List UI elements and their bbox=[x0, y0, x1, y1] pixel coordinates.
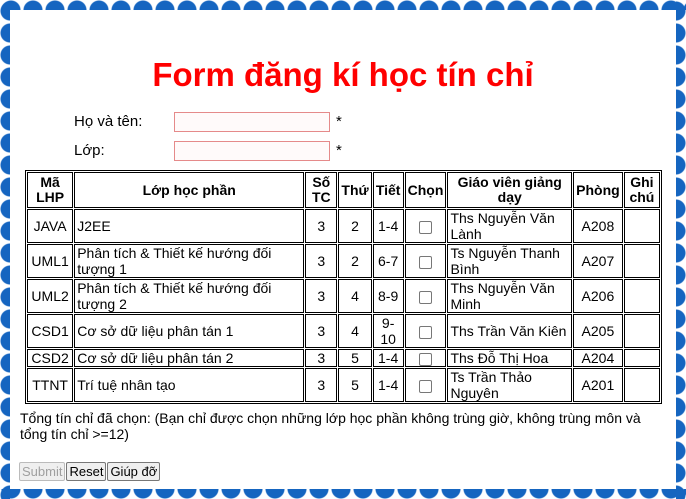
cell-day: 4 bbox=[338, 279, 372, 313]
required-mark: * bbox=[336, 142, 342, 159]
cell-teacher: Ts Trần Thảo Nguyên bbox=[447, 368, 573, 402]
cell-select bbox=[404, 314, 447, 348]
cell-code: CSD2 bbox=[27, 349, 74, 367]
form-container: Form đăng kí học tín chỉ Họ và tên: * Lớp… bbox=[16, 12, 670, 488]
reset-button[interactable]: Reset bbox=[66, 462, 107, 481]
cell-note bbox=[623, 279, 660, 313]
cell-room: A201 bbox=[573, 368, 623, 402]
table-row: UML2 Phân tích & Thiết kế hướng đối tượn… bbox=[27, 279, 660, 313]
cell-code: UML2 bbox=[27, 279, 74, 313]
cell-day: 4 bbox=[338, 314, 372, 348]
cell-period: 6-7 bbox=[372, 244, 404, 278]
cell-credits: 3 bbox=[305, 349, 338, 367]
cell-note bbox=[623, 349, 660, 367]
cell-day: 5 bbox=[338, 368, 372, 402]
header-select: Chọn bbox=[404, 172, 447, 208]
cell-note bbox=[623, 209, 660, 243]
header-name: Lớp học phần bbox=[74, 172, 305, 208]
cell-teacher: Ths Nguyễn Văn Minh bbox=[447, 279, 573, 313]
cell-teacher: Ths Đỗ Thị Hoa bbox=[447, 349, 573, 367]
cell-period: 8-9 bbox=[372, 279, 404, 313]
table-row: TTNT Trí tuệ nhân tạo 3 5 1-4 Ts Trần Th… bbox=[27, 368, 660, 402]
cell-teacher: Ths Nguyễn Văn Lành bbox=[447, 209, 573, 243]
course-table: Mã LHP Lớp học phần Số TC Thứ Tiết Chọn … bbox=[25, 170, 662, 404]
header-credits: Số TC bbox=[305, 172, 338, 208]
cell-room: A204 bbox=[573, 349, 623, 367]
cell-name: Phân tích & Thiết kế hướng đối tượng 2 bbox=[74, 279, 305, 313]
button-bar: Submit Reset Giúp đỡ bbox=[19, 462, 161, 481]
cell-code: TTNT bbox=[27, 368, 74, 402]
cell-period: 1-4 bbox=[372, 368, 404, 402]
class-input[interactable] bbox=[174, 141, 330, 162]
name-label: Họ và tên: bbox=[74, 113, 143, 130]
cell-day: 5 bbox=[338, 349, 372, 367]
name-input[interactable] bbox=[174, 112, 330, 133]
help-button[interactable]: Giúp đỡ bbox=[107, 462, 161, 481]
table-row: CSD1 Cơ sở dữ liệu phân tán 1 3 4 9-10 T… bbox=[27, 314, 660, 348]
table-row: JAVA J2EE 3 2 1-4 Ths Nguyễn Văn Lành A2… bbox=[27, 209, 660, 243]
cell-name: Trí tuệ nhân tạo bbox=[74, 368, 305, 402]
cell-credits: 3 bbox=[305, 368, 338, 402]
cell-name: J2EE bbox=[74, 209, 305, 243]
cell-period: 1-4 bbox=[372, 209, 404, 243]
page-title: Form đăng kí học tín chỉ bbox=[152, 56, 534, 93]
table-row: UML1 Phân tích & Thiết kế hướng đối tượn… bbox=[27, 244, 660, 278]
cell-name: Cơ sở dữ liệu phân tán 1 bbox=[74, 314, 305, 348]
cell-note bbox=[623, 314, 660, 348]
cell-note bbox=[623, 368, 660, 402]
cell-select bbox=[404, 244, 447, 278]
select-checkbox[interactable] bbox=[418, 255, 432, 269]
class-label: Lớp: bbox=[74, 142, 105, 159]
table-header-row: Mã LHP Lớp học phần Số TC Thứ Tiết Chọn … bbox=[27, 172, 660, 208]
cell-code: JAVA bbox=[27, 209, 74, 243]
cell-teacher: Ths Trần Văn Kiên bbox=[447, 314, 573, 348]
cell-select bbox=[404, 209, 447, 243]
cell-room: A208 bbox=[573, 209, 623, 243]
name-row: Họ và tên: * bbox=[74, 111, 342, 133]
required-mark: * bbox=[336, 113, 342, 130]
cell-period: 1-4 bbox=[372, 349, 404, 367]
cell-credits: 3 bbox=[305, 314, 338, 348]
cell-select bbox=[404, 279, 447, 313]
cell-name: Cơ sở dữ liệu phân tán 2 bbox=[74, 349, 305, 367]
header-day: Thứ bbox=[338, 172, 372, 208]
cell-room: A206 bbox=[573, 279, 623, 313]
cell-teacher: Ts Nguyễn Thanh Bình bbox=[447, 244, 573, 278]
cell-name: Phân tích & Thiết kế hướng đối tượng 1 bbox=[74, 244, 305, 278]
cell-room: A205 bbox=[573, 314, 623, 348]
cell-credits: 3 bbox=[305, 244, 338, 278]
cell-credits: 3 bbox=[305, 209, 338, 243]
cell-day: 2 bbox=[338, 244, 372, 278]
credit-summary: Tổng tín chỉ đã chọn: (Bạn chỉ được chọn… bbox=[20, 410, 641, 442]
submit-button[interactable]: Submit bbox=[19, 462, 66, 481]
header-room: Phòng bbox=[573, 172, 623, 208]
select-checkbox[interactable] bbox=[418, 325, 432, 339]
cell-select bbox=[404, 368, 447, 402]
cell-select bbox=[404, 349, 447, 367]
select-checkbox[interactable] bbox=[418, 220, 432, 234]
cell-credits: 3 bbox=[305, 279, 338, 313]
select-checkbox[interactable] bbox=[418, 352, 432, 366]
header-code: Mã LHP bbox=[27, 172, 74, 208]
cell-code: CSD1 bbox=[27, 314, 74, 348]
cell-code: UML1 bbox=[27, 244, 74, 278]
cell-room: A207 bbox=[573, 244, 623, 278]
header-teacher: Giáo viên giảng dạy bbox=[447, 172, 573, 208]
select-checkbox[interactable] bbox=[418, 379, 432, 393]
cell-period: 9-10 bbox=[372, 314, 404, 348]
header-period: Tiết bbox=[372, 172, 404, 208]
header-note: Ghi chú bbox=[623, 172, 660, 208]
cell-day: 2 bbox=[338, 209, 372, 243]
class-row: Lớp: * bbox=[74, 140, 342, 162]
select-checkbox[interactable] bbox=[418, 290, 432, 304]
table-row: CSD2 Cơ sở dữ liệu phân tán 2 3 5 1-4 Th… bbox=[27, 349, 660, 367]
cell-note bbox=[623, 244, 660, 278]
